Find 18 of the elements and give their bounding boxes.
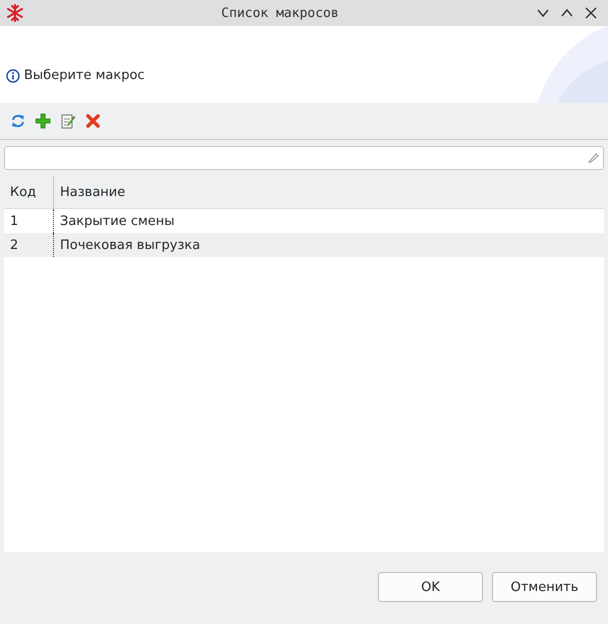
ok-button[interactable]: OK <box>378 572 483 602</box>
delete-icon[interactable] <box>85 113 101 129</box>
filter-field[interactable] <box>4 146 604 170</box>
refresh-icon[interactable] <box>10 113 26 129</box>
table-cell-text: Закрытие смены <box>59 212 176 230</box>
column-header[interactable]: Название <box>54 176 604 208</box>
edit-icon[interactable] <box>60 113 76 129</box>
table-cell-text: Почековая выгрузка <box>59 236 202 254</box>
cancel-button[interactable]: Отменить <box>492 572 597 602</box>
info-icon <box>6 68 20 82</box>
table-cell: 2 <box>4 233 54 257</box>
add-icon[interactable] <box>35 113 51 129</box>
column-header[interactable]: Код <box>4 176 54 208</box>
close-icon[interactable] <box>584 6 598 20</box>
window-title: Список макросов <box>220 6 340 20</box>
header-message: Выберите макрос <box>24 68 145 83</box>
snowflake-icon <box>6 4 24 22</box>
eraser-icon[interactable] <box>587 152 599 164</box>
